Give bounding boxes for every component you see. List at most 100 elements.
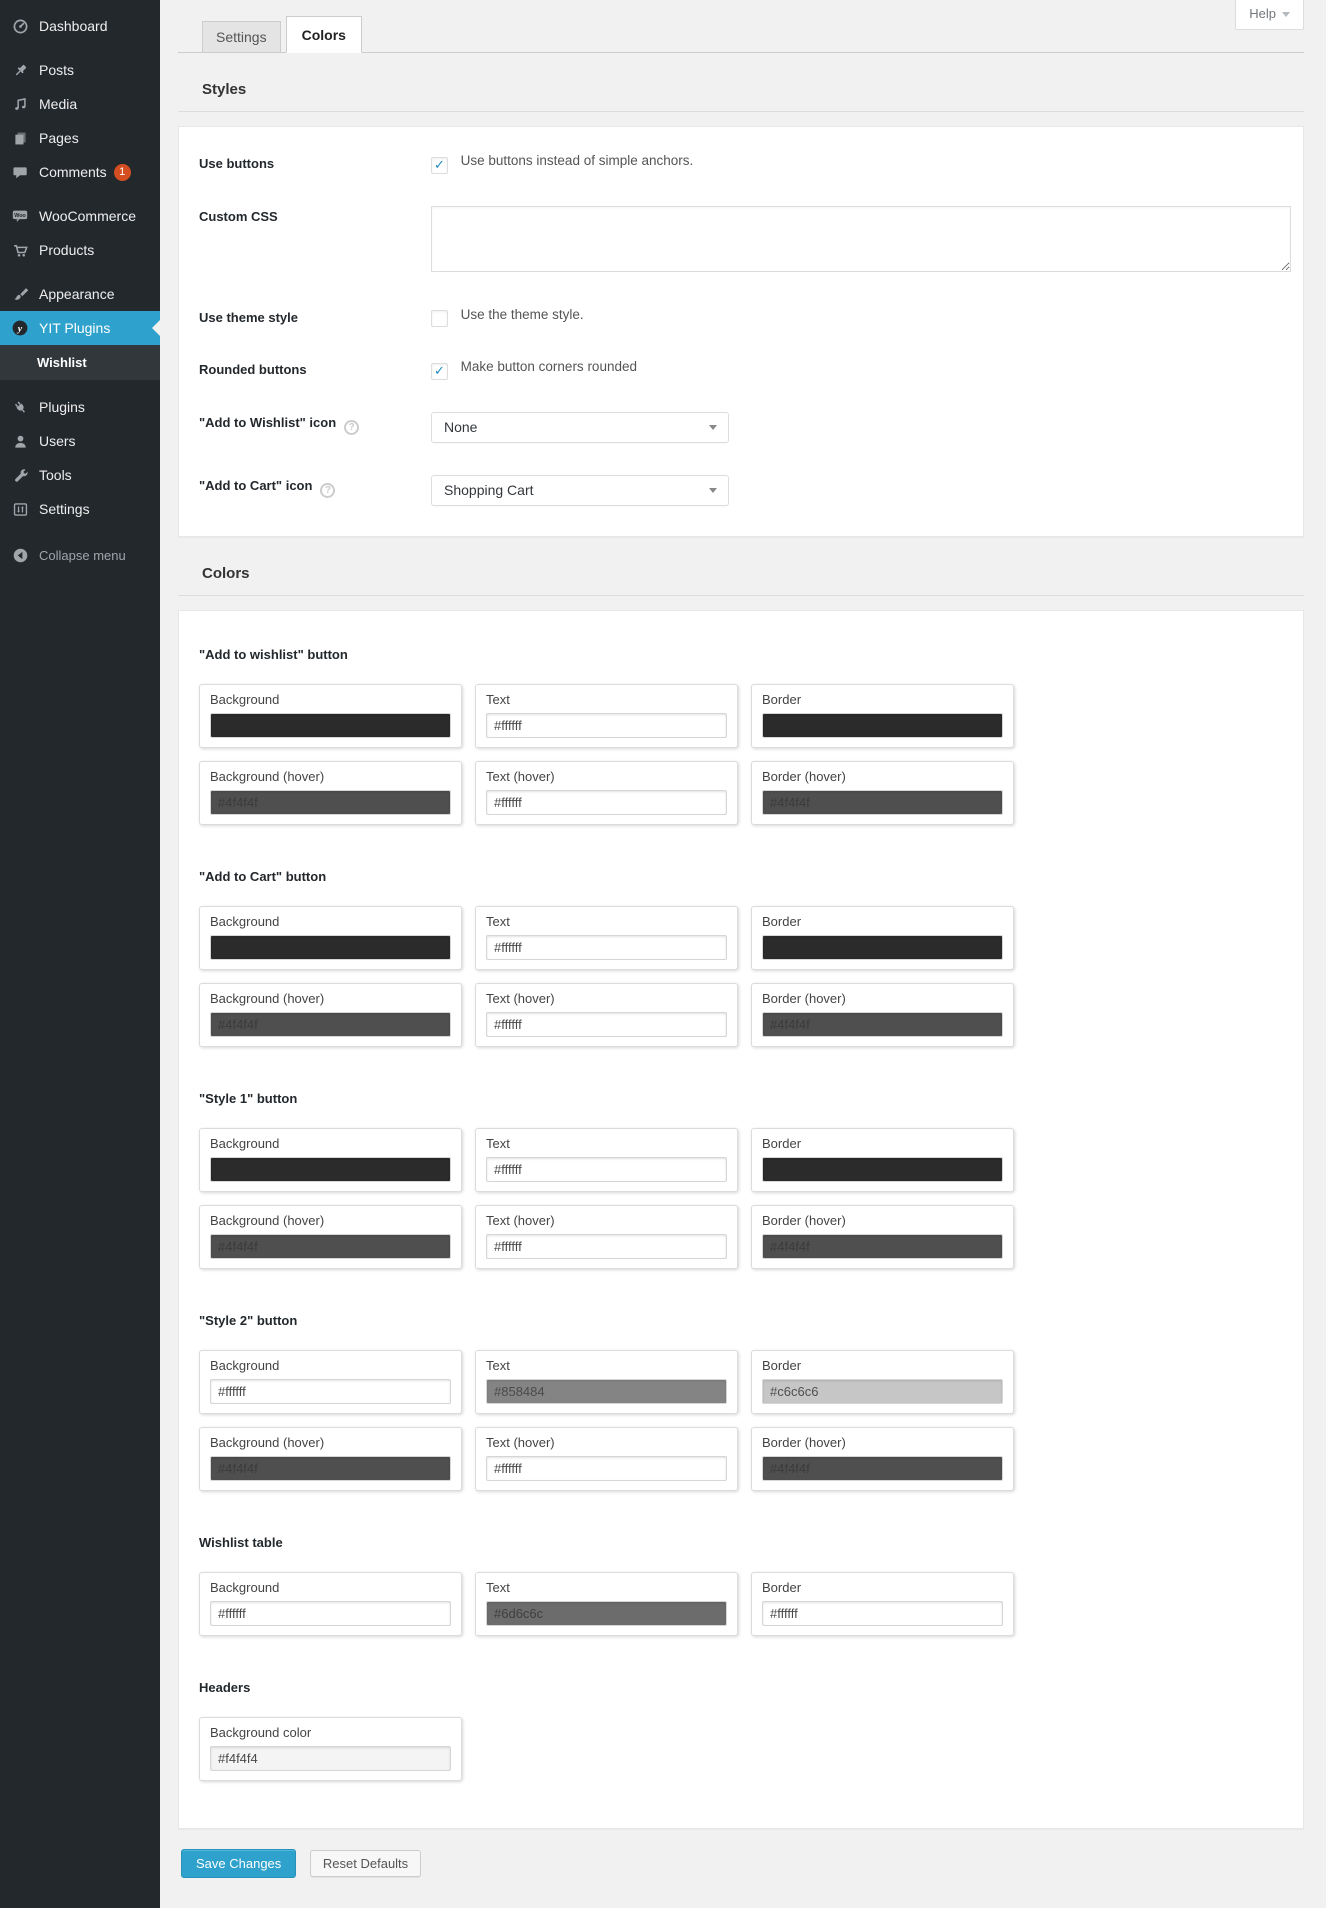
sidebar-item-label: Users (39, 433, 76, 449)
color-value-input[interactable] (210, 1157, 451, 1182)
color-value-input[interactable] (762, 1456, 1003, 1481)
color-value-input[interactable] (486, 790, 727, 815)
sidebar-item-label: Dashboard (39, 18, 108, 34)
wishlist-icon-select[interactable]: None (431, 412, 729, 443)
color-field-label: Background (210, 914, 451, 929)
sidebar-subitem-wishlist[interactable]: Wishlist (0, 345, 160, 380)
custom-css-textarea[interactable] (431, 206, 1291, 272)
color-value-input[interactable] (210, 1746, 451, 1771)
sidebar-item-appearance[interactable]: Appearance (0, 277, 160, 311)
sidebar-item-woocommerce[interactable]: Woo WooCommerce (0, 199, 160, 233)
color-group: "Style 1" button Background Text Border … (199, 1091, 1291, 1269)
color-field: Border (hover) (751, 983, 1014, 1047)
color-field-label: Background (hover) (210, 769, 451, 784)
collapse-menu-button[interactable]: Collapse menu (0, 538, 160, 572)
color-value-input[interactable] (210, 713, 451, 738)
color-value-input[interactable] (762, 790, 1003, 815)
colors-panel: "Add to wishlist" button Background Text… (178, 610, 1304, 1829)
sidebar-item-plugins[interactable]: Plugins (0, 390, 160, 424)
tab-bar: Help Settings Colors (178, 0, 1304, 53)
help-dropdown[interactable]: Help (1235, 0, 1304, 30)
color-field-label: Border (762, 692, 1003, 707)
color-field-label: Border (hover) (762, 1435, 1003, 1450)
use-buttons-checkbox-label: Use buttons instead of simple anchors. (461, 153, 694, 168)
color-field: Background (hover) (199, 1427, 462, 1491)
admin-sidebar: Dashboard Posts Media Pages Comments (0, 0, 160, 1908)
color-value-input[interactable] (486, 1601, 727, 1626)
color-field-label: Text (486, 1580, 727, 1595)
use-theme-style-checkbox[interactable]: ✓ (431, 310, 448, 327)
color-field-label: Border (762, 1136, 1003, 1151)
color-value-input[interactable] (210, 1234, 451, 1259)
cart-icon-label: "Add to Cart" icon (199, 478, 312, 493)
color-group-title: "Add to wishlist" button (199, 647, 1291, 662)
sidebar-item-dashboard[interactable]: Dashboard (0, 9, 160, 43)
sidebar-item-users[interactable]: Users (0, 424, 160, 458)
caret-down-icon (709, 488, 717, 493)
sidebar-item-settings[interactable]: Settings (0, 492, 160, 526)
color-value-input[interactable] (762, 1379, 1003, 1404)
help-question-icon[interactable]: ? (344, 420, 359, 435)
color-group: "Add to Cart" button Background Text Bor… (199, 869, 1291, 1047)
color-value-input[interactable] (210, 935, 451, 960)
user-icon (10, 431, 30, 451)
color-value-input[interactable] (210, 1456, 451, 1481)
svg-text:y: y (17, 324, 23, 335)
color-field-label: Text (486, 914, 727, 929)
color-field: Border (751, 1128, 1014, 1192)
color-value-input[interactable] (486, 713, 727, 738)
color-value-input[interactable] (762, 713, 1003, 738)
color-field-label: Background (hover) (210, 1213, 451, 1228)
color-value-input[interactable] (210, 1012, 451, 1037)
color-value-input[interactable] (762, 1601, 1003, 1626)
color-value-input[interactable] (486, 1456, 727, 1481)
save-changes-button[interactable]: Save Changes (181, 1849, 296, 1878)
wishlist-icon-row: "Add to Wishlist" icon? None (199, 412, 1291, 443)
color-value-input[interactable] (486, 935, 727, 960)
tab-settings[interactable]: Settings (202, 21, 281, 53)
color-value-input[interactable] (210, 1379, 451, 1404)
color-value-input[interactable] (762, 935, 1003, 960)
sidebar-item-tools[interactable]: Tools (0, 458, 160, 492)
sidebar-item-media[interactable]: Media (0, 87, 160, 121)
sidebar-item-label: Plugins (39, 399, 85, 415)
color-field: Border (751, 1350, 1014, 1414)
help-question-icon[interactable]: ? (320, 483, 335, 498)
comments-count-badge: 1 (114, 164, 131, 181)
sidebar-item-posts[interactable]: Posts (0, 53, 160, 87)
sidebar-item-yit-plugins[interactable]: y YIT Plugins (0, 311, 160, 345)
color-field-label: Text (hover) (486, 991, 727, 1006)
color-value-input[interactable] (486, 1234, 727, 1259)
sidebar-item-label: Pages (39, 130, 79, 146)
color-field: Background (199, 1572, 462, 1636)
reset-defaults-button[interactable]: Reset Defaults (310, 1850, 421, 1877)
color-field: Background (199, 906, 462, 970)
color-value-input[interactable] (762, 1157, 1003, 1182)
color-value-input[interactable] (486, 1012, 727, 1037)
color-field: Background (199, 1350, 462, 1414)
colors-groups: "Add to wishlist" button Background Text… (199, 647, 1291, 1781)
color-value-input[interactable] (210, 790, 451, 815)
sidebar-item-products[interactable]: Products (0, 233, 160, 267)
pushpin-icon (10, 60, 30, 80)
color-value-input[interactable] (762, 1012, 1003, 1037)
use-buttons-checkbox[interactable]: ✓ (431, 157, 448, 174)
sidebar-item-label: Products (39, 242, 94, 258)
footer-actions: Save Changes Reset Defaults (181, 1849, 1304, 1878)
tab-colors[interactable]: Colors (286, 16, 362, 53)
rounded-buttons-row: Rounded buttons ✓ Make button corners ro… (199, 359, 1291, 380)
sidebar-item-pages[interactable]: Pages (0, 121, 160, 155)
cart-icon-select[interactable]: Shopping Cart (431, 475, 729, 506)
color-field: Text (475, 1128, 738, 1192)
color-value-input[interactable] (486, 1379, 727, 1404)
color-field-label: Background (210, 1136, 451, 1151)
sidebar-item-comments[interactable]: Comments 1 (0, 155, 160, 189)
rounded-buttons-checkbox[interactable]: ✓ (431, 363, 448, 380)
sliders-icon (10, 499, 30, 519)
wrench-icon (10, 465, 30, 485)
color-value-input[interactable] (486, 1157, 727, 1182)
color-field: Background (hover) (199, 1205, 462, 1269)
color-value-input[interactable] (762, 1234, 1003, 1259)
use-buttons-label: Use buttons (199, 153, 431, 174)
color-value-input[interactable] (210, 1601, 451, 1626)
